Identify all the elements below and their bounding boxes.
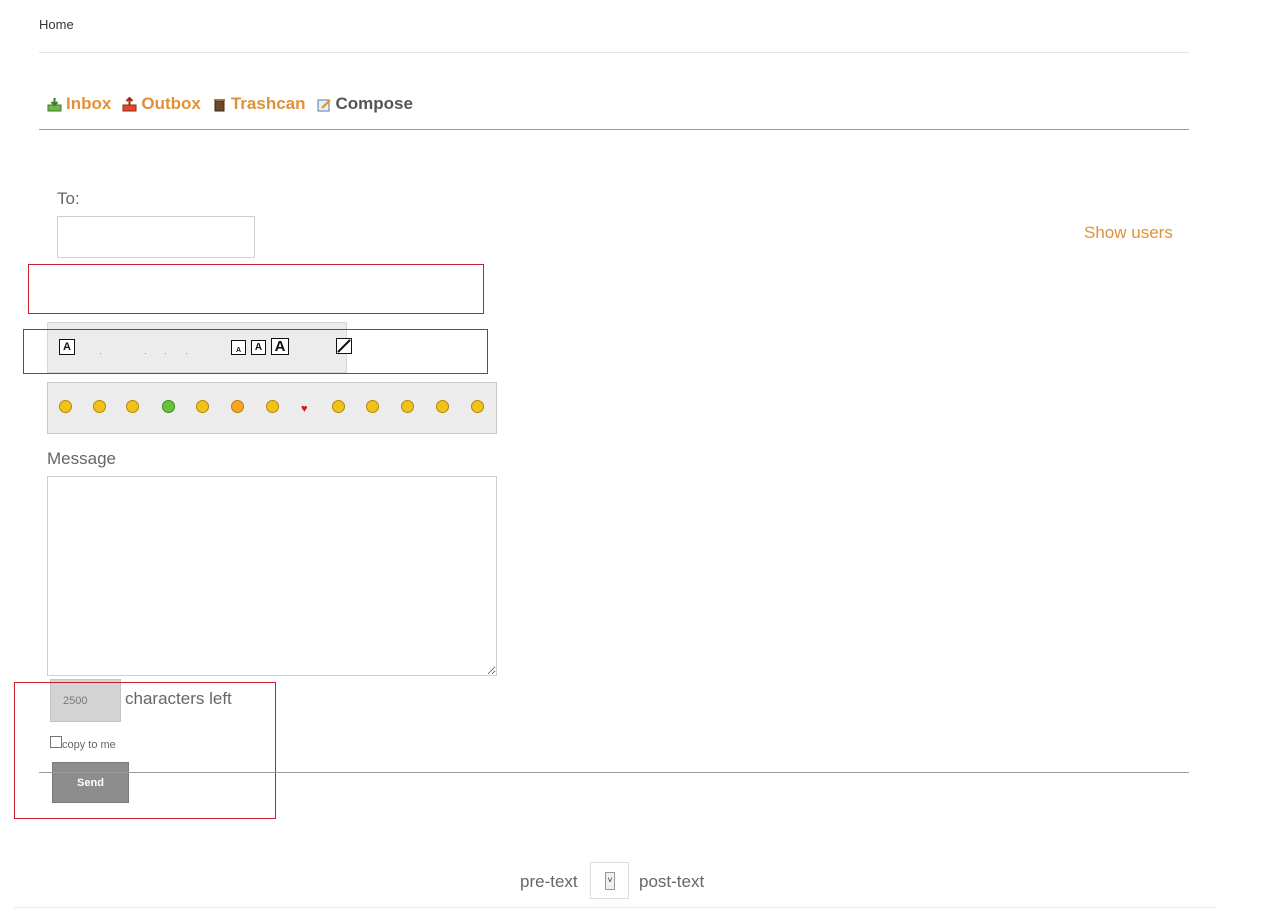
tab-outbox[interactable]: Outbox: [122, 94, 201, 114]
smiley-toolbar: ♥: [47, 382, 497, 434]
show-users-link[interactable]: Show users: [1084, 223, 1173, 243]
to-label: To:: [57, 189, 80, 208]
error-outline: [23, 329, 488, 374]
divider: [39, 52, 1189, 53]
pager-post-text: post-text: [639, 872, 705, 891]
wink-icon[interactable]: [436, 400, 449, 413]
compose-icon: [317, 98, 331, 111]
mailbox-tabs: Inbox Outbox Trashcan Compose: [47, 94, 424, 114]
to-input[interactable]: [57, 216, 255, 258]
smile-icon[interactable]: [59, 400, 72, 413]
confused-icon[interactable]: [471, 400, 484, 413]
tab-compose-label: Compose: [335, 94, 413, 113]
tab-compose[interactable]: Compose: [317, 94, 413, 114]
tab-trashcan-label: Trashcan: [230, 94, 306, 113]
error-outline: [28, 264, 484, 314]
cool-icon[interactable]: [266, 400, 279, 413]
heart-icon[interactable]: ♥: [301, 403, 308, 415]
sick-icon[interactable]: [162, 400, 175, 413]
breadcrumb-home[interactable]: Home: [39, 17, 74, 32]
chevron-down-icon: ˅: [605, 872, 615, 890]
divider: [39, 772, 1189, 773]
tab-trashcan[interactable]: Trashcan: [212, 94, 306, 114]
divider: [14, 907, 1215, 908]
page-select[interactable]: ˅: [590, 862, 629, 899]
tab-inbox[interactable]: Inbox: [47, 94, 111, 114]
tab-outbox-label: Outbox: [141, 94, 201, 113]
shocked-icon[interactable]: [332, 400, 345, 413]
message-label: Message: [47, 449, 116, 468]
tongue-icon[interactable]: [126, 400, 139, 413]
tab-inbox-label: Inbox: [66, 94, 112, 113]
pager-pre-text: pre-text: [520, 872, 578, 891]
error-outline: [14, 682, 276, 819]
surprised-icon[interactable]: [231, 400, 244, 413]
sad-icon[interactable]: [93, 400, 106, 413]
message-textarea[interactable]: [47, 476, 497, 676]
grin-icon[interactable]: [366, 400, 379, 413]
inbox-icon: [47, 97, 62, 111]
outbox-icon: [122, 96, 137, 111]
divider: [39, 129, 1189, 130]
scared-icon[interactable]: [401, 400, 414, 413]
trashcan-icon: [213, 98, 225, 111]
angry-icon[interactable]: [196, 400, 209, 413]
